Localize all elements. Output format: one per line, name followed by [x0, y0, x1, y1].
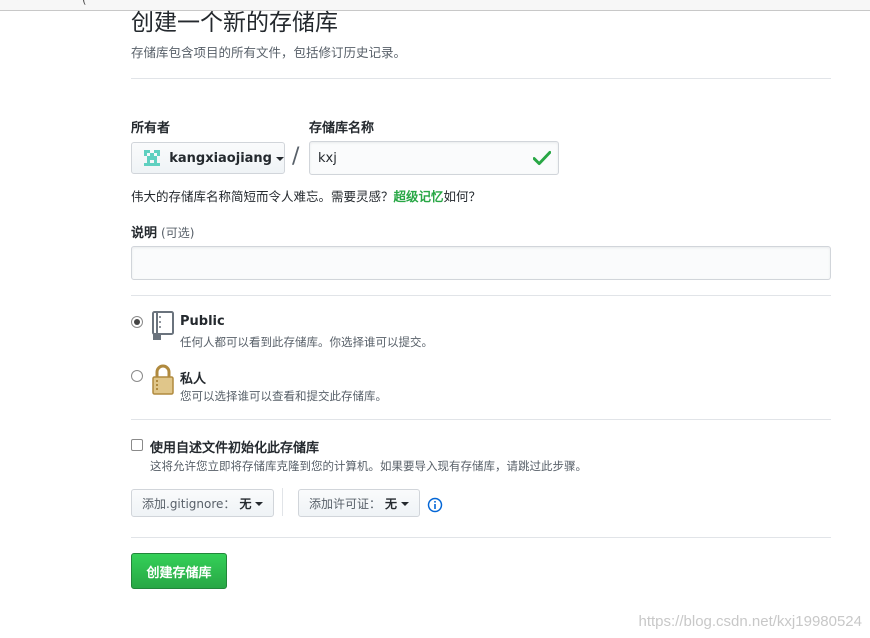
chevron-down-icon — [255, 502, 264, 506]
readme-checkbox[interactable] — [131, 439, 143, 451]
optional-tag: (可选) — [161, 226, 195, 240]
name-suggestion-link[interactable]: 超级记忆 — [394, 189, 444, 204]
owner-repo-separator: / — [292, 144, 300, 169]
description-input[interactable] — [131, 246, 831, 280]
avatar-identicon-icon — [144, 150, 161, 166]
gitignore-value: 无 — [239, 496, 252, 511]
public-description: 任何人都可以看到此存储库。你选择谁可以提交。 — [180, 335, 433, 349]
vertical-divider — [282, 488, 283, 516]
hint-suffix: 如何？ — [443, 189, 482, 204]
license-dropdown-button[interactable]: 添加许可证：无 — [298, 489, 421, 517]
private-description: 您可以选择谁可以查看和提交此存储库。 — [180, 389, 387, 403]
description-label-text: 说明 — [131, 226, 158, 241]
gitignore-dropdown-button[interactable]: 添加.gitignore：无 — [131, 489, 275, 517]
owner-dropdown-button[interactable]: kangxiaojiang — [131, 142, 285, 174]
book-repo-icon — [152, 311, 174, 340]
divider — [131, 78, 831, 79]
private-title: 私人 — [180, 372, 207, 387]
readme-label[interactable]: 使用自述文件初始化此存储库 — [150, 437, 319, 456]
divider — [131, 537, 831, 538]
check-icon — [533, 150, 551, 166]
repo-name-label: 存储库名称 — [309, 121, 375, 136]
divider — [131, 419, 831, 420]
divider — [131, 295, 831, 296]
chevron-down-icon — [401, 502, 410, 506]
public-title: Public — [180, 314, 225, 329]
page-subtitle: 存储库包含项目的所有文件，包括修订历史记录。 — [131, 45, 407, 60]
watermark-url: https://blog.csdn.net/kxj19980524 — [638, 613, 863, 630]
page-title: 创建一个新的存储库 — [131, 10, 338, 36]
name-hint: 伟大的存储库名称简短而令人难忘。需要灵感？超级记忆如何？ — [131, 186, 481, 205]
lock-icon — [152, 364, 174, 395]
create-repository-button[interactable]: 创建存储库 — [131, 553, 227, 589]
readme-description: 这将允许您立即将存储库克隆到您的计算机。如果要导入现有存储库，请跳过此步骤。 — [150, 459, 587, 473]
gitignore-label: 添加.gitignore： — [142, 496, 236, 511]
repo-name-input[interactable] — [309, 141, 559, 175]
info-icon[interactable] — [427, 497, 443, 513]
private-radio[interactable] — [131, 370, 143, 382]
license-label: 添加许可证： — [309, 496, 382, 511]
hint-prefix: 伟大的存储库名称简短而令人难忘。需要灵感？ — [131, 189, 394, 204]
chevron-down-icon — [276, 157, 284, 161]
license-value: 无 — [385, 496, 398, 511]
owner-name: kangxiaojiang — [169, 150, 272, 166]
public-radio[interactable] — [131, 316, 143, 328]
description-label: 说明 (可选) — [131, 222, 194, 241]
top-strip-text: - ~ - ~ ~ ( — [4, 0, 89, 6]
owner-label: 所有者 — [131, 121, 171, 136]
